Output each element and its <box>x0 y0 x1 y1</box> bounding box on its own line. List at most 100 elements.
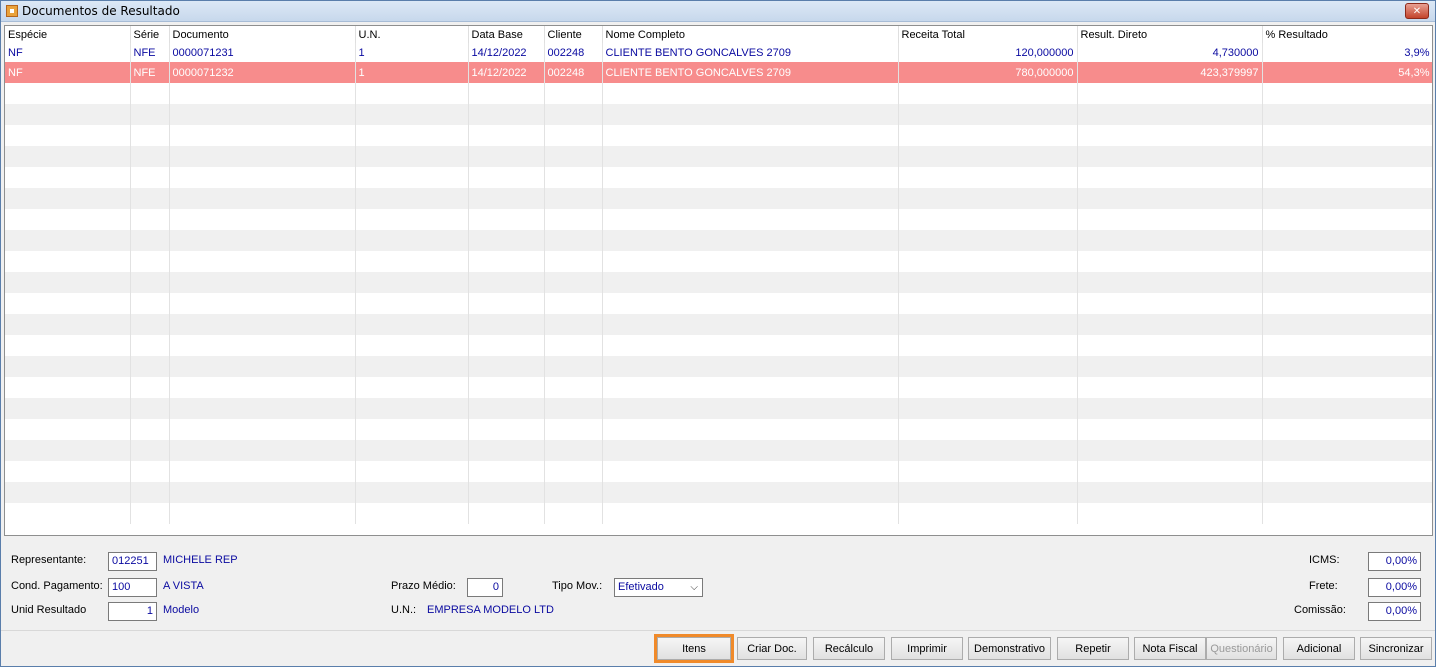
cell-un: 1 <box>355 62 469 83</box>
frete-field[interactable]: 0,00% <box>1368 578 1421 597</box>
icms-field[interactable]: 0,00% <box>1368 552 1421 571</box>
empty-row <box>5 419 1432 440</box>
empty-cell <box>355 272 469 293</box>
empty-cell <box>5 272 131 293</box>
cell-receita-total: 120,000000 <box>898 43 1078 62</box>
empty-cell <box>169 356 356 377</box>
empty-cell <box>602 482 899 503</box>
empty-cell <box>130 272 170 293</box>
empty-cell <box>1077 167 1263 188</box>
comissao-field[interactable]: 0,00% <box>1368 602 1421 621</box>
empty-cell <box>898 188 1078 209</box>
empty-cell <box>898 251 1078 272</box>
col-header-pct-resultado[interactable]: % Resultado <box>1262 26 1432 43</box>
empty-cell <box>544 146 603 167</box>
empty-cell <box>544 419 603 440</box>
empty-cell <box>544 104 603 125</box>
col-header-nome-completo[interactable]: Nome Completo <box>602 26 899 43</box>
empty-cell <box>5 356 131 377</box>
empty-cell <box>1262 125 1432 146</box>
chevron-down-icon: ⌵ <box>690 582 698 593</box>
empty-row <box>5 461 1432 482</box>
nota-fiscal-button[interactable]: Nota Fiscal <box>1134 637 1206 660</box>
empty-row <box>5 398 1432 419</box>
empty-cell <box>1262 398 1432 419</box>
empty-row <box>5 146 1432 167</box>
empty-row <box>5 440 1432 461</box>
table-row[interactable]: NF NFE 0000071231 1 14/12/2022 002248 CL… <box>5 43 1432 62</box>
table-row-selected[interactable]: NF NFE 0000071232 1 14/12/2022 002248 CL… <box>5 62 1432 83</box>
sincronizar-button[interactable]: Sincronizar <box>1360 637 1432 660</box>
empty-cell <box>130 503 170 524</box>
cell-data-base: 14/12/2022 <box>468 62 545 83</box>
empty-cell <box>468 440 545 461</box>
empty-cell <box>355 125 469 146</box>
cell-result-direto: 4,730000 <box>1077 43 1263 62</box>
itens-button[interactable]: Itens <box>654 634 734 663</box>
empty-cell <box>169 167 356 188</box>
empty-cell <box>130 461 170 482</box>
representante-code-field[interactable]: 012251 <box>108 552 157 571</box>
empty-cell <box>544 167 603 188</box>
empty-cell <box>602 146 899 167</box>
empty-cell <box>355 146 469 167</box>
close-button[interactable]: ✕ <box>1405 3 1429 19</box>
col-header-result-direto[interactable]: Result. Direto <box>1077 26 1263 43</box>
representante-label: Representante: <box>11 554 87 566</box>
empty-cell <box>1077 209 1263 230</box>
cell-result-direto: 423,379997 <box>1077 62 1263 83</box>
tipo-mov-select[interactable]: Efetivado ⌵ <box>614 578 703 597</box>
empty-cell <box>468 272 545 293</box>
recalculo-button[interactable]: Recálculo <box>813 637 885 660</box>
empty-cell <box>355 335 469 356</box>
empty-cell <box>1262 83 1432 104</box>
representante-name: MICHELE REP <box>163 554 238 566</box>
col-header-receita-total[interactable]: Receita Total <box>898 26 1078 43</box>
empty-cell <box>1262 377 1432 398</box>
unid-resultado-field[interactable]: 1 <box>108 602 157 621</box>
cond-pagamento-code-field[interactable]: 100 <box>108 578 157 597</box>
empty-cell <box>169 293 356 314</box>
col-header-un[interactable]: U.N. <box>355 26 469 43</box>
empty-cell <box>169 314 356 335</box>
empty-cell <box>602 398 899 419</box>
col-header-cliente[interactable]: Cliente <box>544 26 603 43</box>
empty-cell <box>355 167 469 188</box>
empty-cell <box>130 419 170 440</box>
demonstrativo-button[interactable]: Demonstrativo <box>968 637 1051 660</box>
empty-cell <box>468 251 545 272</box>
criar-doc-button[interactable]: Criar Doc. <box>737 637 807 660</box>
empty-cell <box>602 209 899 230</box>
repetir-button[interactable]: Repetir <box>1057 637 1129 660</box>
empty-cell <box>1077 314 1263 335</box>
col-header-especie[interactable]: Espécie <box>5 26 131 43</box>
title-bar[interactable]: Documentos de Resultado ✕ <box>1 1 1435 22</box>
col-header-serie[interactable]: Série <box>130 26 170 43</box>
col-header-data-base[interactable]: Data Base <box>468 26 545 43</box>
empty-row <box>5 293 1432 314</box>
empty-cell <box>544 251 603 272</box>
questionario-button: Questionário <box>1206 637 1277 660</box>
empty-cell <box>130 83 170 104</box>
empty-cell <box>5 314 131 335</box>
empty-cell <box>130 209 170 230</box>
imprimir-button[interactable]: Imprimir <box>891 637 963 660</box>
cell-pct-resultado: 3,9% <box>1262 43 1432 62</box>
documents-grid[interactable]: Espécie Série Documento U.N. Data Base C… <box>4 25 1433 536</box>
empty-row <box>5 314 1432 335</box>
empty-cell <box>1077 377 1263 398</box>
empty-cell <box>1262 356 1432 377</box>
col-header-documento[interactable]: Documento <box>169 26 356 43</box>
empty-cell <box>169 419 356 440</box>
empty-cell <box>898 335 1078 356</box>
empty-cell <box>468 104 545 125</box>
adicional-button[interactable]: Adicional <box>1283 637 1355 660</box>
empty-cell <box>468 293 545 314</box>
empty-cell <box>1077 251 1263 272</box>
empty-cell <box>544 461 603 482</box>
empty-cell <box>468 377 545 398</box>
empty-cell <box>544 440 603 461</box>
documentos-resultado-window: Documentos de Resultado ✕ Espécie Série … <box>0 0 1436 667</box>
prazo-medio-field[interactable]: 0 <box>467 578 503 597</box>
cell-data-base: 14/12/2022 <box>468 43 545 62</box>
